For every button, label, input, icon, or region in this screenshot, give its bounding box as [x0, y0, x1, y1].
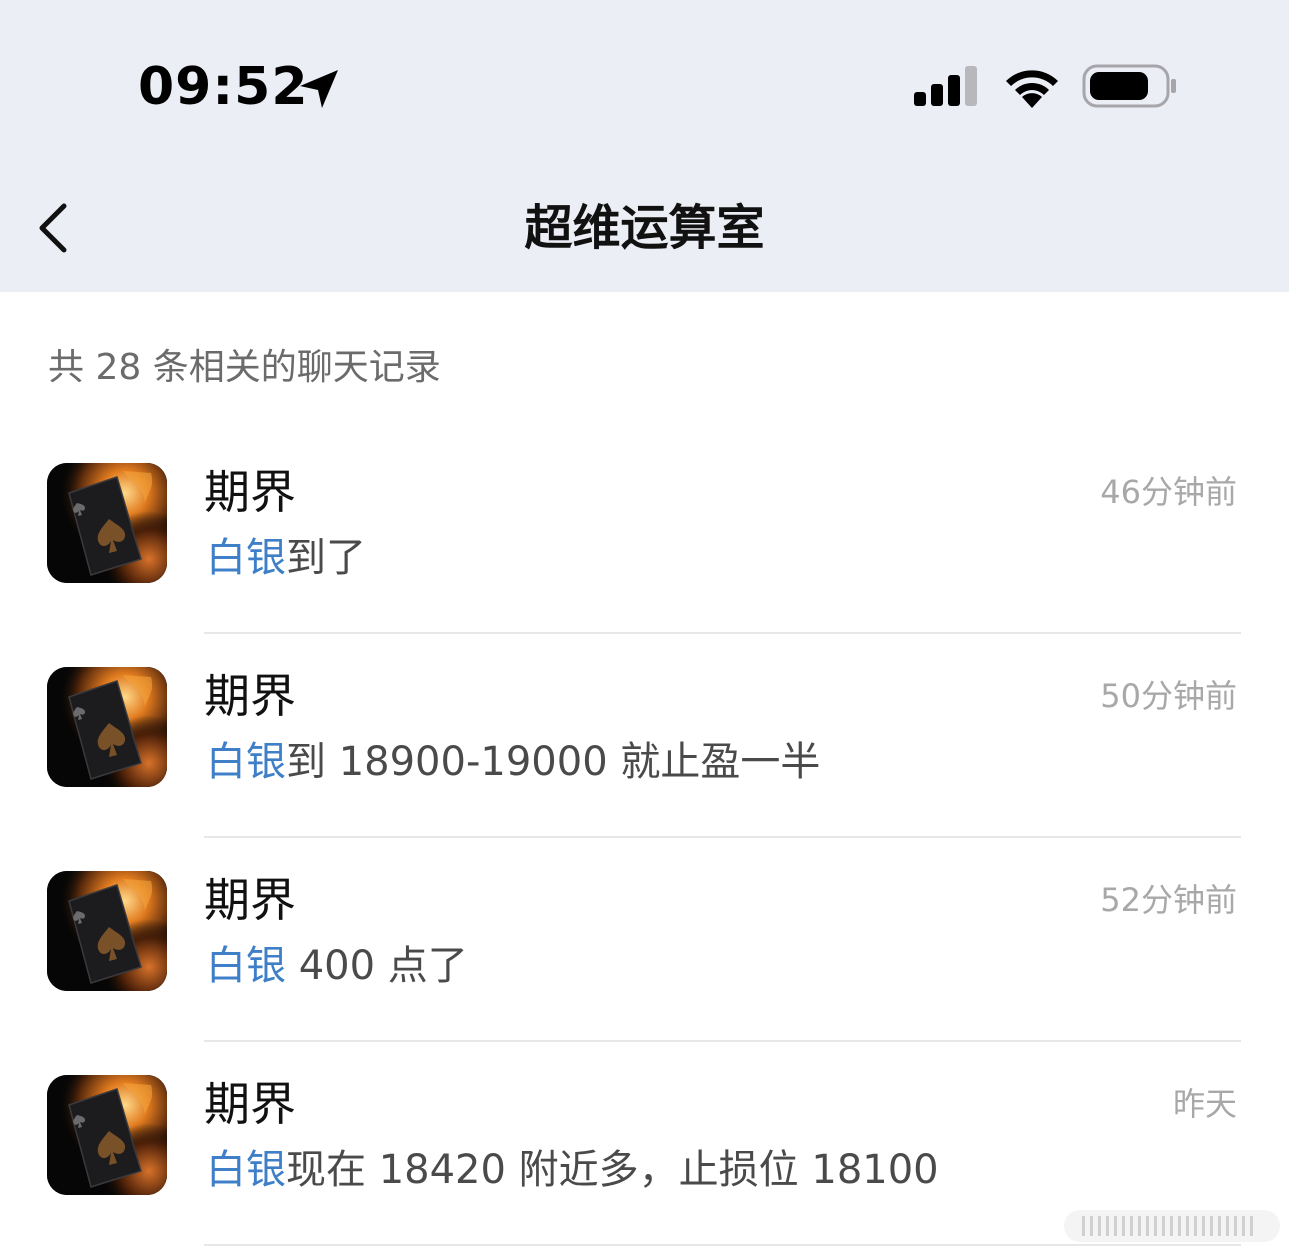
page-title: 超维运算室 — [524, 200, 765, 256]
avatar[interactable] — [47, 463, 167, 583]
message-snippet: 白银现在 18420 附近多，止损位 18100 — [206, 1144, 939, 1196]
top-bar: 09:52 超维运算室 — [0, 0, 1289, 292]
sender-name: 期界 — [204, 465, 296, 519]
status-time: 09:52 — [138, 57, 309, 117]
message-text: 400 点了 — [286, 943, 468, 989]
avatar[interactable] — [47, 1075, 167, 1195]
result-count-text: 共 28 条相关的聊天记录 — [48, 347, 441, 388]
sender-name: 期界 — [204, 873, 296, 927]
sender-name: 期界 — [204, 669, 296, 723]
message-snippet: 白银到了 — [206, 532, 366, 584]
message-time: 46分钟前 — [1100, 473, 1237, 511]
chat-search-results: 期界 46分钟前 白银到了 期界 50分钟前 白银到 18900-19000 就… — [0, 430, 1289, 1246]
chat-result-item[interactable]: 期界 52分钟前 白银 400 点了 — [0, 838, 1289, 1042]
chat-result-item[interactable]: 期界 50分钟前 白银到 18900-19000 就止盈一半 — [0, 634, 1289, 838]
keyword-highlight: 白银 — [206, 943, 286, 989]
message-time: 50分钟前 — [1100, 677, 1237, 715]
keyword-highlight: 白银 — [206, 1147, 286, 1193]
keyword-highlight: 白银 — [206, 739, 286, 785]
message-time: 52分钟前 — [1100, 881, 1237, 919]
message-text: 到了 — [286, 535, 366, 581]
message-snippet: 白银到 18900-19000 就止盈一半 — [206, 736, 820, 788]
keyword-highlight: 白银 — [206, 535, 286, 581]
cellular-signal-icon — [914, 66, 977, 106]
chat-result-item[interactable]: 期界 46分钟前 白银到了 — [0, 430, 1289, 634]
message-snippet: 白银 400 点了 — [206, 940, 468, 992]
watermark-bars-icon — [1064, 1210, 1280, 1242]
avatar[interactable] — [47, 871, 167, 991]
message-text: 到 18900-19000 就止盈一半 — [286, 739, 821, 785]
sender-name: 期界 — [204, 1077, 296, 1131]
battery-icon — [1082, 64, 1176, 108]
message-time: 昨天 — [1172, 1085, 1237, 1123]
location-arrow-icon — [300, 70, 338, 108]
avatar[interactable] — [47, 667, 167, 787]
wifi-icon — [1006, 70, 1058, 108]
message-text: 现在 18420 附近多，止损位 18100 — [286, 1147, 939, 1193]
